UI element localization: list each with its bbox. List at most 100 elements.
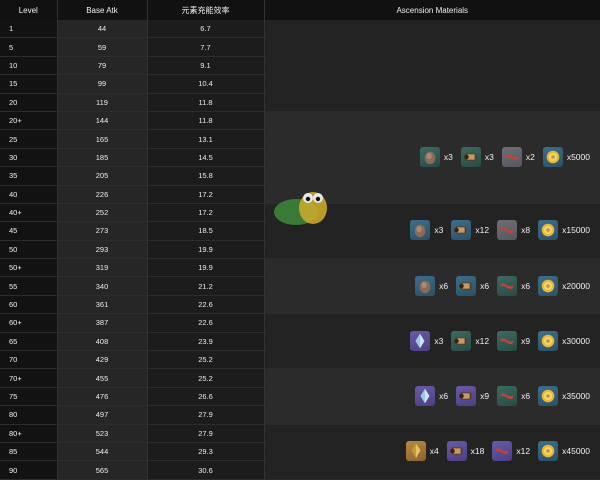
material-item[interactable]: x45000 xyxy=(538,441,590,462)
material-count: x6 xyxy=(439,280,449,291)
material-item[interactable]: x4 xyxy=(405,441,439,462)
energy-recharge-cell: 21.2 xyxy=(147,276,265,296)
gem-icon xyxy=(411,443,421,459)
scroll-icon xyxy=(454,226,467,235)
base-atk-cell: 252 xyxy=(57,203,148,223)
material-item[interactable]: x30000 xyxy=(538,330,590,351)
energy-recharge-cell: 26.6 xyxy=(147,387,265,407)
material-item[interactable]: x2 xyxy=(501,146,535,167)
material-count: x18 xyxy=(470,446,485,457)
material-tile xyxy=(497,330,518,351)
material-tile xyxy=(542,146,563,167)
table-row: 50+ 319 19.9 x6 x6 x6 x20000 xyxy=(0,258,600,315)
mora-coin-icon xyxy=(541,224,555,237)
material-count: x35000 xyxy=(562,391,590,401)
level-cell: 60 xyxy=(0,295,58,315)
material-item[interactable]: x6 xyxy=(415,275,449,296)
level-cell: 40+ xyxy=(0,203,58,223)
mora-coin-icon xyxy=(541,334,555,348)
level-cell: 10 xyxy=(0,56,58,76)
energy-recharge-cell: 27.9 xyxy=(147,424,265,443)
base-atk-cell: 119 xyxy=(57,93,148,112)
base-atk-cell: 99 xyxy=(57,74,148,94)
energy-recharge-cell: 17.2 xyxy=(147,185,265,204)
material-count: x20000 xyxy=(562,280,590,291)
level-cell: 20 xyxy=(0,93,58,112)
material-tile xyxy=(497,275,518,296)
material-count: x9 xyxy=(521,335,531,346)
material-item[interactable]: x5000 xyxy=(542,146,590,167)
material-item[interactable]: x8 xyxy=(497,220,530,241)
level-cell: 60+ xyxy=(0,313,58,333)
material-item[interactable]: x3 xyxy=(460,146,494,167)
material-item[interactable]: x6 xyxy=(415,386,448,406)
material-list: x3 x3 x2 x5000 xyxy=(412,146,590,167)
material-item[interactable]: x3 xyxy=(410,220,444,241)
base-atk-cell: 387 xyxy=(57,313,148,333)
material-tile xyxy=(451,330,472,351)
material-tile xyxy=(538,441,559,462)
material-item[interactable]: x3 xyxy=(410,330,443,351)
energy-recharge-cell: 14.5 xyxy=(147,148,265,168)
ascension-materials-cell: x6 x6 x6 x20000 xyxy=(264,258,600,315)
material-item[interactable]: x20000 xyxy=(538,275,590,296)
level-cell: 75 xyxy=(0,387,58,407)
ribbon-icon xyxy=(505,154,519,161)
base-atk-cell: 185 xyxy=(57,148,148,168)
energy-recharge-cell: 7.7 xyxy=(147,37,265,57)
energy-recharge-cell: 18.5 xyxy=(147,221,265,241)
base-atk-cell: 273 xyxy=(57,221,148,241)
base-atk-cell: 144 xyxy=(57,111,148,131)
table-row: 1 44 6.7 xyxy=(0,20,600,112)
material-item[interactable]: x6 xyxy=(497,386,530,406)
base-atk-cell: 476 xyxy=(57,387,148,407)
material-item[interactable]: x9 xyxy=(456,386,489,406)
base-atk-cell: 497 xyxy=(57,405,148,425)
level-cell: 15 xyxy=(0,74,58,94)
level-cell: 45 xyxy=(0,221,58,241)
material-count: x3 xyxy=(443,151,453,162)
ribbon-icon xyxy=(500,393,514,400)
material-item[interactable]: x18 xyxy=(446,441,485,462)
header-energy-recharge: 元素充能效率 xyxy=(147,0,265,20)
material-item[interactable]: x12 xyxy=(451,330,489,351)
header-ascension-materials: Ascension Materials xyxy=(264,0,600,20)
level-cell: 25 xyxy=(0,129,58,149)
material-count: x5000 xyxy=(566,151,590,162)
material-tile xyxy=(456,275,477,296)
material-count: x15000 xyxy=(562,225,590,236)
energy-recharge-cell: 25.2 xyxy=(147,350,265,370)
material-count: x2 xyxy=(525,151,535,162)
material-count: x6 xyxy=(480,280,490,291)
ribbon-icon xyxy=(500,282,514,289)
ribbon-icon xyxy=(500,227,514,234)
material-item[interactable]: x3 xyxy=(419,146,453,167)
ascension-materials-cell: x4 x18 x12 x45000 xyxy=(264,424,600,480)
material-item[interactable]: x6 xyxy=(497,275,530,296)
ascension-materials-cell: x3 x12 x8 x15000 xyxy=(264,203,600,260)
material-count: x3 xyxy=(434,225,444,236)
base-atk-cell: 361 xyxy=(57,295,148,315)
base-atk-cell: 226 xyxy=(57,185,148,204)
base-atk-cell: 59 xyxy=(57,37,148,57)
material-item[interactable]: x12 xyxy=(492,441,530,462)
material-item[interactable]: x6 xyxy=(456,275,490,296)
energy-recharge-cell: 10.4 xyxy=(147,74,265,94)
chunk-icon xyxy=(415,225,426,238)
table-row: 70+ 455 25.2 x6 x9 x6 x35000 xyxy=(0,368,600,425)
energy-recharge-cell: 30.6 xyxy=(147,460,265,480)
material-item[interactable]: x15000 xyxy=(538,220,590,241)
scroll-icon xyxy=(459,282,472,290)
material-count: x45000 xyxy=(562,446,590,457)
material-count: x3 xyxy=(484,151,494,162)
level-cell: 5 xyxy=(0,37,58,57)
material-tile xyxy=(492,441,513,462)
material-count: x30000 xyxy=(562,335,590,346)
material-item[interactable]: x35000 xyxy=(538,386,590,406)
level-cell: 50+ xyxy=(0,258,58,278)
material-item[interactable]: x12 xyxy=(451,220,489,241)
ribbon-icon xyxy=(500,338,514,344)
chunk-icon xyxy=(419,280,431,293)
energy-recharge-cell: 13.1 xyxy=(147,129,265,149)
material-item[interactable]: x9 xyxy=(497,330,531,351)
